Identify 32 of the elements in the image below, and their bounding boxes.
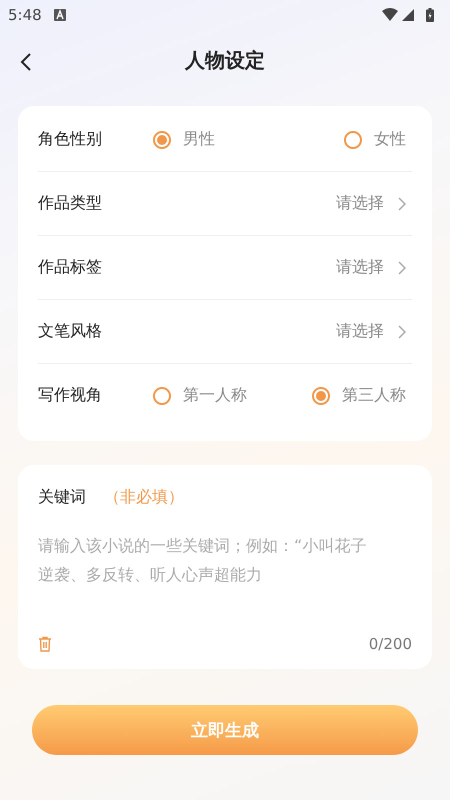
page-title: 人物设定 — [185, 46, 265, 74]
radio-button[interactable] — [312, 386, 330, 404]
signal-icon — [402, 9, 414, 21]
notification-icon — [54, 9, 66, 21]
row-label: 角色性别 — [38, 129, 103, 150]
wifi-icon — [382, 8, 398, 22]
keywords-field[interactable]: 关键词 （非必填） 请输入该小说的一些关键词；例如：“小叫花子逆袭、多反转、听人心声超能力 0/200 — [18, 465, 432, 669]
select-field[interactable]: 请选择 — [336, 193, 412, 214]
optional-note: （非必填） — [104, 486, 184, 508]
char-counter: 0/200 — [368, 635, 412, 653]
battery-icon — [426, 8, 434, 22]
radio-label: 男性 — [183, 129, 215, 150]
radio-label: 女性 — [374, 129, 406, 150]
chevron-icon — [398, 324, 406, 338]
row-label: 写作视角 — [38, 385, 103, 406]
row-label: 文笔风格 — [38, 321, 103, 342]
status-time: 5:48 — [8, 6, 42, 24]
back-icon — [20, 52, 32, 72]
radio-button[interactable] — [153, 386, 171, 404]
select-field[interactable]: 请选择 — [336, 257, 412, 278]
select-field[interactable]: 请选择 — [336, 321, 412, 342]
generate-button[interactable]: 立即生成 — [32, 705, 418, 755]
row-label: 作品标签 — [38, 257, 103, 278]
radio-label: 第三人称 — [342, 385, 406, 406]
radio-label: 第一人称 — [183, 385, 247, 406]
radio-button[interactable] — [344, 130, 362, 148]
keywords-label: 关键词 — [38, 486, 86, 508]
radio-button[interactable] — [153, 130, 171, 148]
chevron-icon — [398, 196, 406, 210]
row-label: 作品类型 — [38, 193, 103, 214]
chevron-icon — [398, 260, 406, 274]
trash-icon[interactable] — [38, 636, 52, 652]
